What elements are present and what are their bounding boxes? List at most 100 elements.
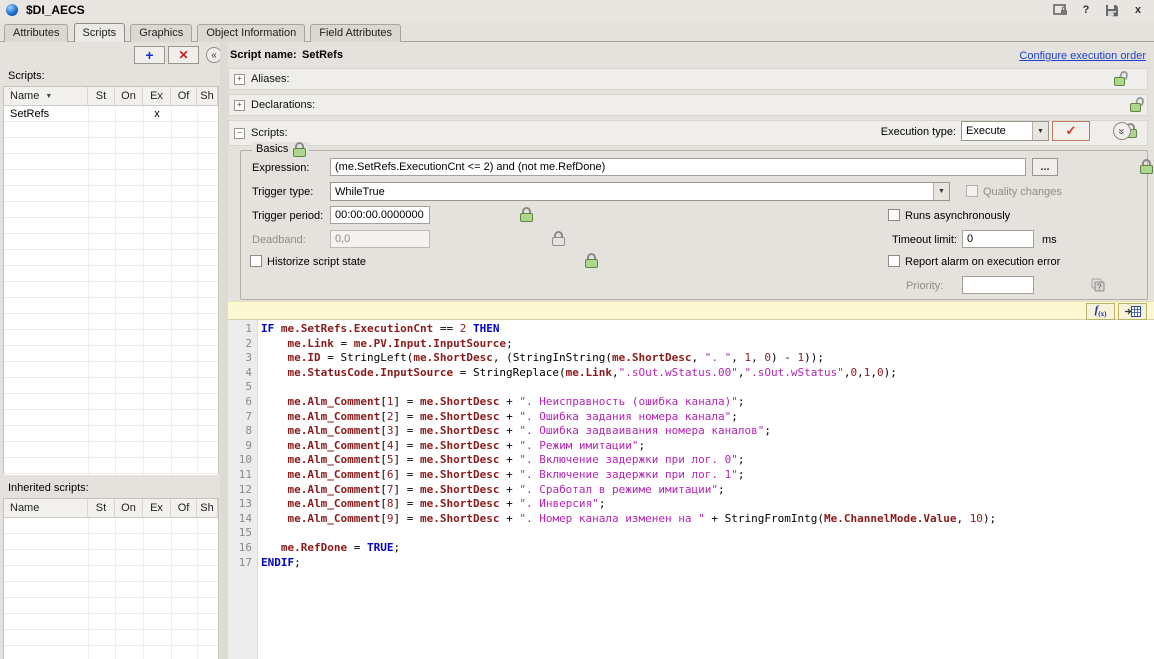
lock-window-icon[interactable] bbox=[1052, 3, 1068, 17]
quality-changes-label: Quality changes bbox=[983, 186, 1062, 198]
trigger-period-input[interactable]: 00:00:00.0000000 bbox=[330, 206, 430, 224]
save-close-icon[interactable]: x bbox=[1104, 3, 1120, 17]
scripts-table-body[interactable]: SetRefsx bbox=[4, 106, 218, 475]
code-line[interactable]: 3 me.ID = StringLeft(me.ShortDesc, (Stri… bbox=[228, 351, 1154, 366]
script-name-value: SetRefs bbox=[302, 49, 343, 61]
collapse-scripts-icon[interactable]: − bbox=[234, 128, 245, 139]
report-alarm-label: Report alarm on execution error bbox=[905, 256, 1060, 268]
function-browser-button[interactable]: f(x) bbox=[1086, 303, 1115, 320]
chevrons-up-icon: « bbox=[1117, 128, 1128, 134]
script-cell bbox=[197, 106, 218, 122]
inherited-table-header[interactable]: NameStOnExOfSh bbox=[4, 499, 218, 518]
column-header[interactable]: Of bbox=[171, 499, 197, 517]
browse-expression-button[interactable]: ... bbox=[1032, 158, 1058, 176]
code-line[interactable]: 12 me.Alm_Comment[7] = me.ShortDesc + ".… bbox=[228, 483, 1154, 498]
panel-splitter[interactable] bbox=[220, 42, 228, 659]
line-number: 12 bbox=[228, 483, 261, 498]
column-header[interactable]: Name▼ bbox=[4, 87, 88, 105]
column-header[interactable]: Ex bbox=[143, 499, 171, 517]
aliases-unlock-icon[interactable] bbox=[1114, 71, 1127, 86]
close-icon[interactable]: x bbox=[1130, 3, 1146, 17]
declarations-unlock-icon[interactable] bbox=[1130, 97, 1143, 112]
code-line[interactable]: 1IF me.SetRefs.ExecutionCnt == 2 THEN bbox=[228, 322, 1154, 337]
line-number: 15 bbox=[228, 526, 261, 541]
code-line[interactable]: 17ENDIF; bbox=[228, 556, 1154, 571]
tab-object-information[interactable]: Object Information bbox=[197, 24, 305, 42]
report-alarm-checkbox[interactable] bbox=[888, 255, 900, 267]
code-line[interactable]: 7 me.Alm_Comment[2] = me.ShortDesc + ". … bbox=[228, 410, 1154, 425]
aliases-label: Aliases: bbox=[251, 73, 290, 85]
deadband-lock-icon[interactable] bbox=[552, 231, 565, 246]
basics-lock-icon[interactable] bbox=[293, 142, 305, 156]
deadband-input[interactable]: 0,0 bbox=[330, 230, 430, 248]
tab-field-attributes[interactable]: Field Attributes bbox=[310, 24, 401, 42]
line-number: 11 bbox=[228, 468, 261, 483]
code-line[interactable]: 9 me.Alm_Comment[4] = me.ShortDesc + ". … bbox=[228, 439, 1154, 454]
timeout-input[interactable]: 0 bbox=[962, 230, 1034, 248]
historize-lock-icon[interactable] bbox=[585, 253, 598, 268]
execution-type-label: Execution type: bbox=[875, 126, 956, 138]
inherited-table-body[interactable] bbox=[4, 518, 218, 659]
column-header[interactable]: Sh bbox=[197, 87, 218, 105]
trigger-period-lock-icon[interactable] bbox=[520, 207, 533, 222]
tab-attributes[interactable]: Attributes bbox=[4, 24, 68, 42]
execution-type-select[interactable]: Execute▼ bbox=[961, 121, 1049, 141]
script-name-label: Script name: bbox=[230, 49, 297, 61]
expand-aliases-icon[interactable]: + bbox=[234, 74, 245, 85]
script-cell bbox=[88, 106, 115, 122]
column-header[interactable]: Ex bbox=[143, 87, 171, 105]
script-row[interactable]: SetRefsx bbox=[4, 106, 218, 122]
help-icon[interactable]: ? bbox=[1078, 3, 1094, 17]
svg-text:x: x bbox=[1113, 11, 1117, 17]
attribute-browser-button[interactable] bbox=[1118, 303, 1147, 320]
trigger-type-select[interactable]: WhileTrue▼ bbox=[330, 182, 950, 201]
column-header[interactable]: Of bbox=[171, 87, 197, 105]
line-number: 13 bbox=[228, 497, 261, 512]
scripts-table-header[interactable]: Name▼StOnExOfSh bbox=[4, 87, 218, 106]
tab-graphics[interactable]: Graphics bbox=[130, 24, 192, 42]
column-header[interactable]: Name bbox=[4, 499, 88, 517]
sort-arrow-icon: ▼ bbox=[45, 93, 52, 100]
runs-async-label: Runs asynchronously bbox=[905, 210, 1010, 222]
code-line[interactable]: 11 me.Alm_Comment[6] = me.ShortDesc + ".… bbox=[228, 468, 1154, 483]
priority-label: Priority: bbox=[906, 280, 943, 292]
code-line[interactable]: 6 me.Alm_Comment[1] = me.ShortDesc + ". … bbox=[228, 395, 1154, 410]
column-header[interactable]: On bbox=[115, 87, 143, 105]
expand-declarations-icon[interactable]: + bbox=[234, 100, 245, 111]
titlebar bbox=[0, 0, 1154, 22]
svg-text:?: ? bbox=[1097, 283, 1102, 292]
tab-scripts[interactable]: Scripts bbox=[74, 23, 126, 42]
code-line[interactable]: 10 me.Alm_Comment[5] = me.ShortDesc + ".… bbox=[228, 453, 1154, 468]
collapse-section-button[interactable]: « bbox=[1113, 122, 1131, 140]
historize-checkbox[interactable] bbox=[250, 255, 262, 267]
code-line[interactable]: 13 me.Alm_Comment[8] = me.ShortDesc + ".… bbox=[228, 497, 1154, 512]
code-editor-lines[interactable]: 1IF me.SetRefs.ExecutionCnt == 2 THEN2 m… bbox=[228, 322, 1154, 570]
priority-input[interactable] bbox=[962, 276, 1034, 294]
quality-changes-checkbox[interactable] bbox=[966, 185, 978, 197]
expression-input[interactable]: (me.SetRefs.ExecutionCnt <= 2) and (not … bbox=[330, 158, 1026, 176]
timeout-unit-label: ms bbox=[1042, 234, 1057, 246]
configure-execution-order-link[interactable]: Configure execution order bbox=[1019, 50, 1146, 62]
code-line[interactable]: 4 me.StatusCode.InputSource = StringRepl… bbox=[228, 366, 1154, 381]
column-header[interactable]: Sh bbox=[197, 499, 218, 517]
column-header[interactable]: St bbox=[88, 87, 115, 105]
line-number: 9 bbox=[228, 439, 261, 454]
column-header[interactable]: St bbox=[88, 499, 115, 517]
expression-lock-icon[interactable] bbox=[1140, 159, 1153, 174]
add-script-button[interactable]: + bbox=[134, 46, 165, 64]
editor-toolbar-strip bbox=[228, 301, 1154, 320]
code-line[interactable]: 2 me.Link = me.PV.Input.InputSource; bbox=[228, 337, 1154, 352]
line-number: 3 bbox=[228, 351, 261, 366]
runs-async-checkbox[interactable] bbox=[888, 209, 900, 221]
column-header[interactable]: On bbox=[115, 499, 143, 517]
priority-locked-icon: ? bbox=[1090, 277, 1105, 292]
validate-script-button[interactable]: ✓ bbox=[1052, 121, 1090, 141]
code-line[interactable]: 16 me.RefDone = TRUE; bbox=[228, 541, 1154, 556]
code-line[interactable]: 5 bbox=[228, 380, 1154, 395]
code-line[interactable]: 14 me.Alm_Comment[9] = me.ShortDesc + ".… bbox=[228, 512, 1154, 527]
code-editor[interactable]: 1IF me.SetRefs.ExecutionCnt == 2 THEN2 m… bbox=[228, 320, 1154, 659]
timeout-label: Timeout limit: bbox=[892, 234, 957, 246]
code-line[interactable]: 8 me.Alm_Comment[3] = me.ShortDesc + ". … bbox=[228, 424, 1154, 439]
delete-script-button[interactable]: ✕ bbox=[168, 46, 199, 64]
code-line[interactable]: 15 bbox=[228, 526, 1154, 541]
